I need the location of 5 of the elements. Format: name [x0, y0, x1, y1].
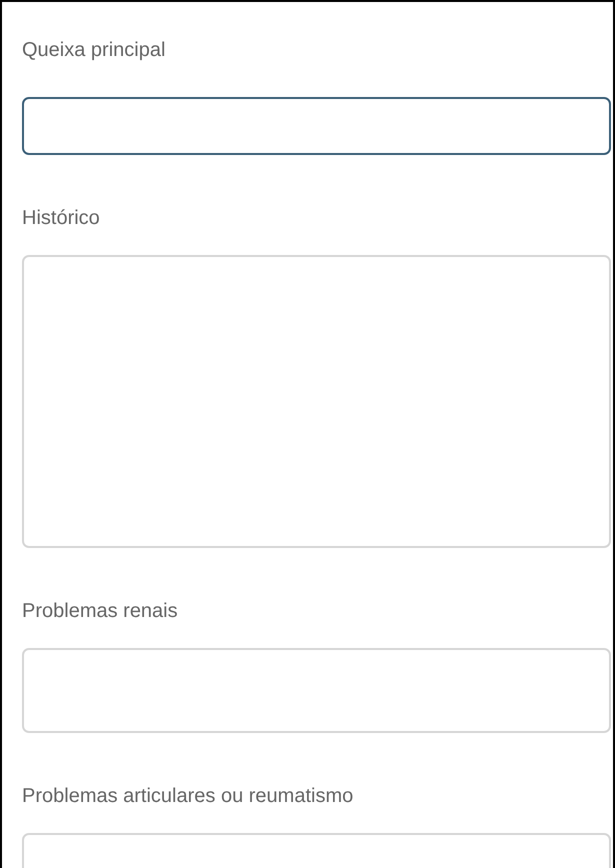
- field-label: Problemas renais: [22, 599, 179, 624]
- text-area[interactable]: [22, 97, 611, 155]
- field-label: Queixa principal: [22, 38, 166, 63]
- field-label: Histórico: [22, 206, 101, 231]
- field-label: Problemas articulares ou reumatismo: [22, 784, 354, 809]
